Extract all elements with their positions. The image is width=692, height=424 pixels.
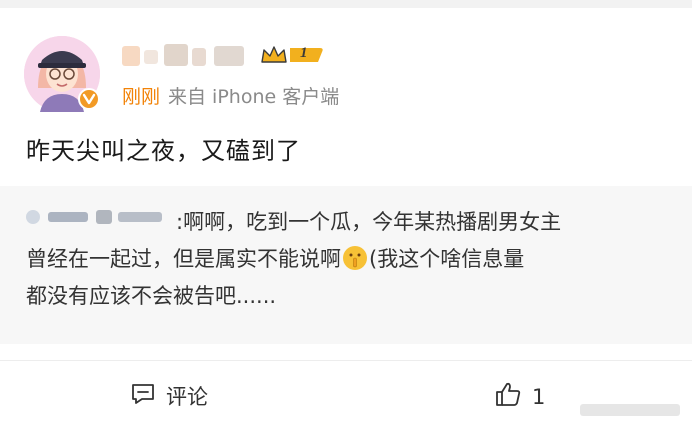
shush-emoji-icon <box>343 246 367 270</box>
comment-button[interactable]: 评论 <box>130 381 208 411</box>
username-blurred[interactable] <box>122 40 252 70</box>
top-divider <box>0 0 692 8</box>
level-badge: 1 <box>260 44 326 66</box>
quoted-post[interactable]: :啊啊，吃到一个瓜，今年某热播剧男女主 曾经在一起过，但是属实不能说啊 (我这个… <box>0 186 692 344</box>
comment-label: 评论 <box>166 385 208 409</box>
post-source: 来自 iPhone 客户端 <box>168 86 340 108</box>
like-count: 1 <box>532 384 546 409</box>
level-number: 1 <box>300 45 308 61</box>
quoted-line-3: 都没有应该不会被告吧...... <box>26 284 277 308</box>
post-time: 刚刚 <box>122 86 161 108</box>
watermark-blurred <box>580 400 690 420</box>
comment-icon <box>130 382 156 411</box>
vip-badge-icon <box>78 88 100 110</box>
quoted-text: :啊啊，吃到一个瓜，今年某热播剧男女主 曾经在一起过，但是属实不能说啊 (我这个… <box>26 204 676 315</box>
crown-icon <box>261 46 287 63</box>
quoted-line-1: :啊啊，吃到一个瓜，今年某热播剧男女主 <box>176 210 562 234</box>
post-text: 昨天尖叫之夜，又磕到了 <box>26 137 301 165</box>
like-button[interactable]: 1 <box>494 381 545 412</box>
quoted-line-2: 曾经在一起过，但是属实不能说啊 (我这个啥信息量 <box>26 246 525 271</box>
thumbs-up-icon <box>494 381 522 412</box>
post-meta: 刚刚 来自 iPhone 客户端 <box>122 82 339 109</box>
